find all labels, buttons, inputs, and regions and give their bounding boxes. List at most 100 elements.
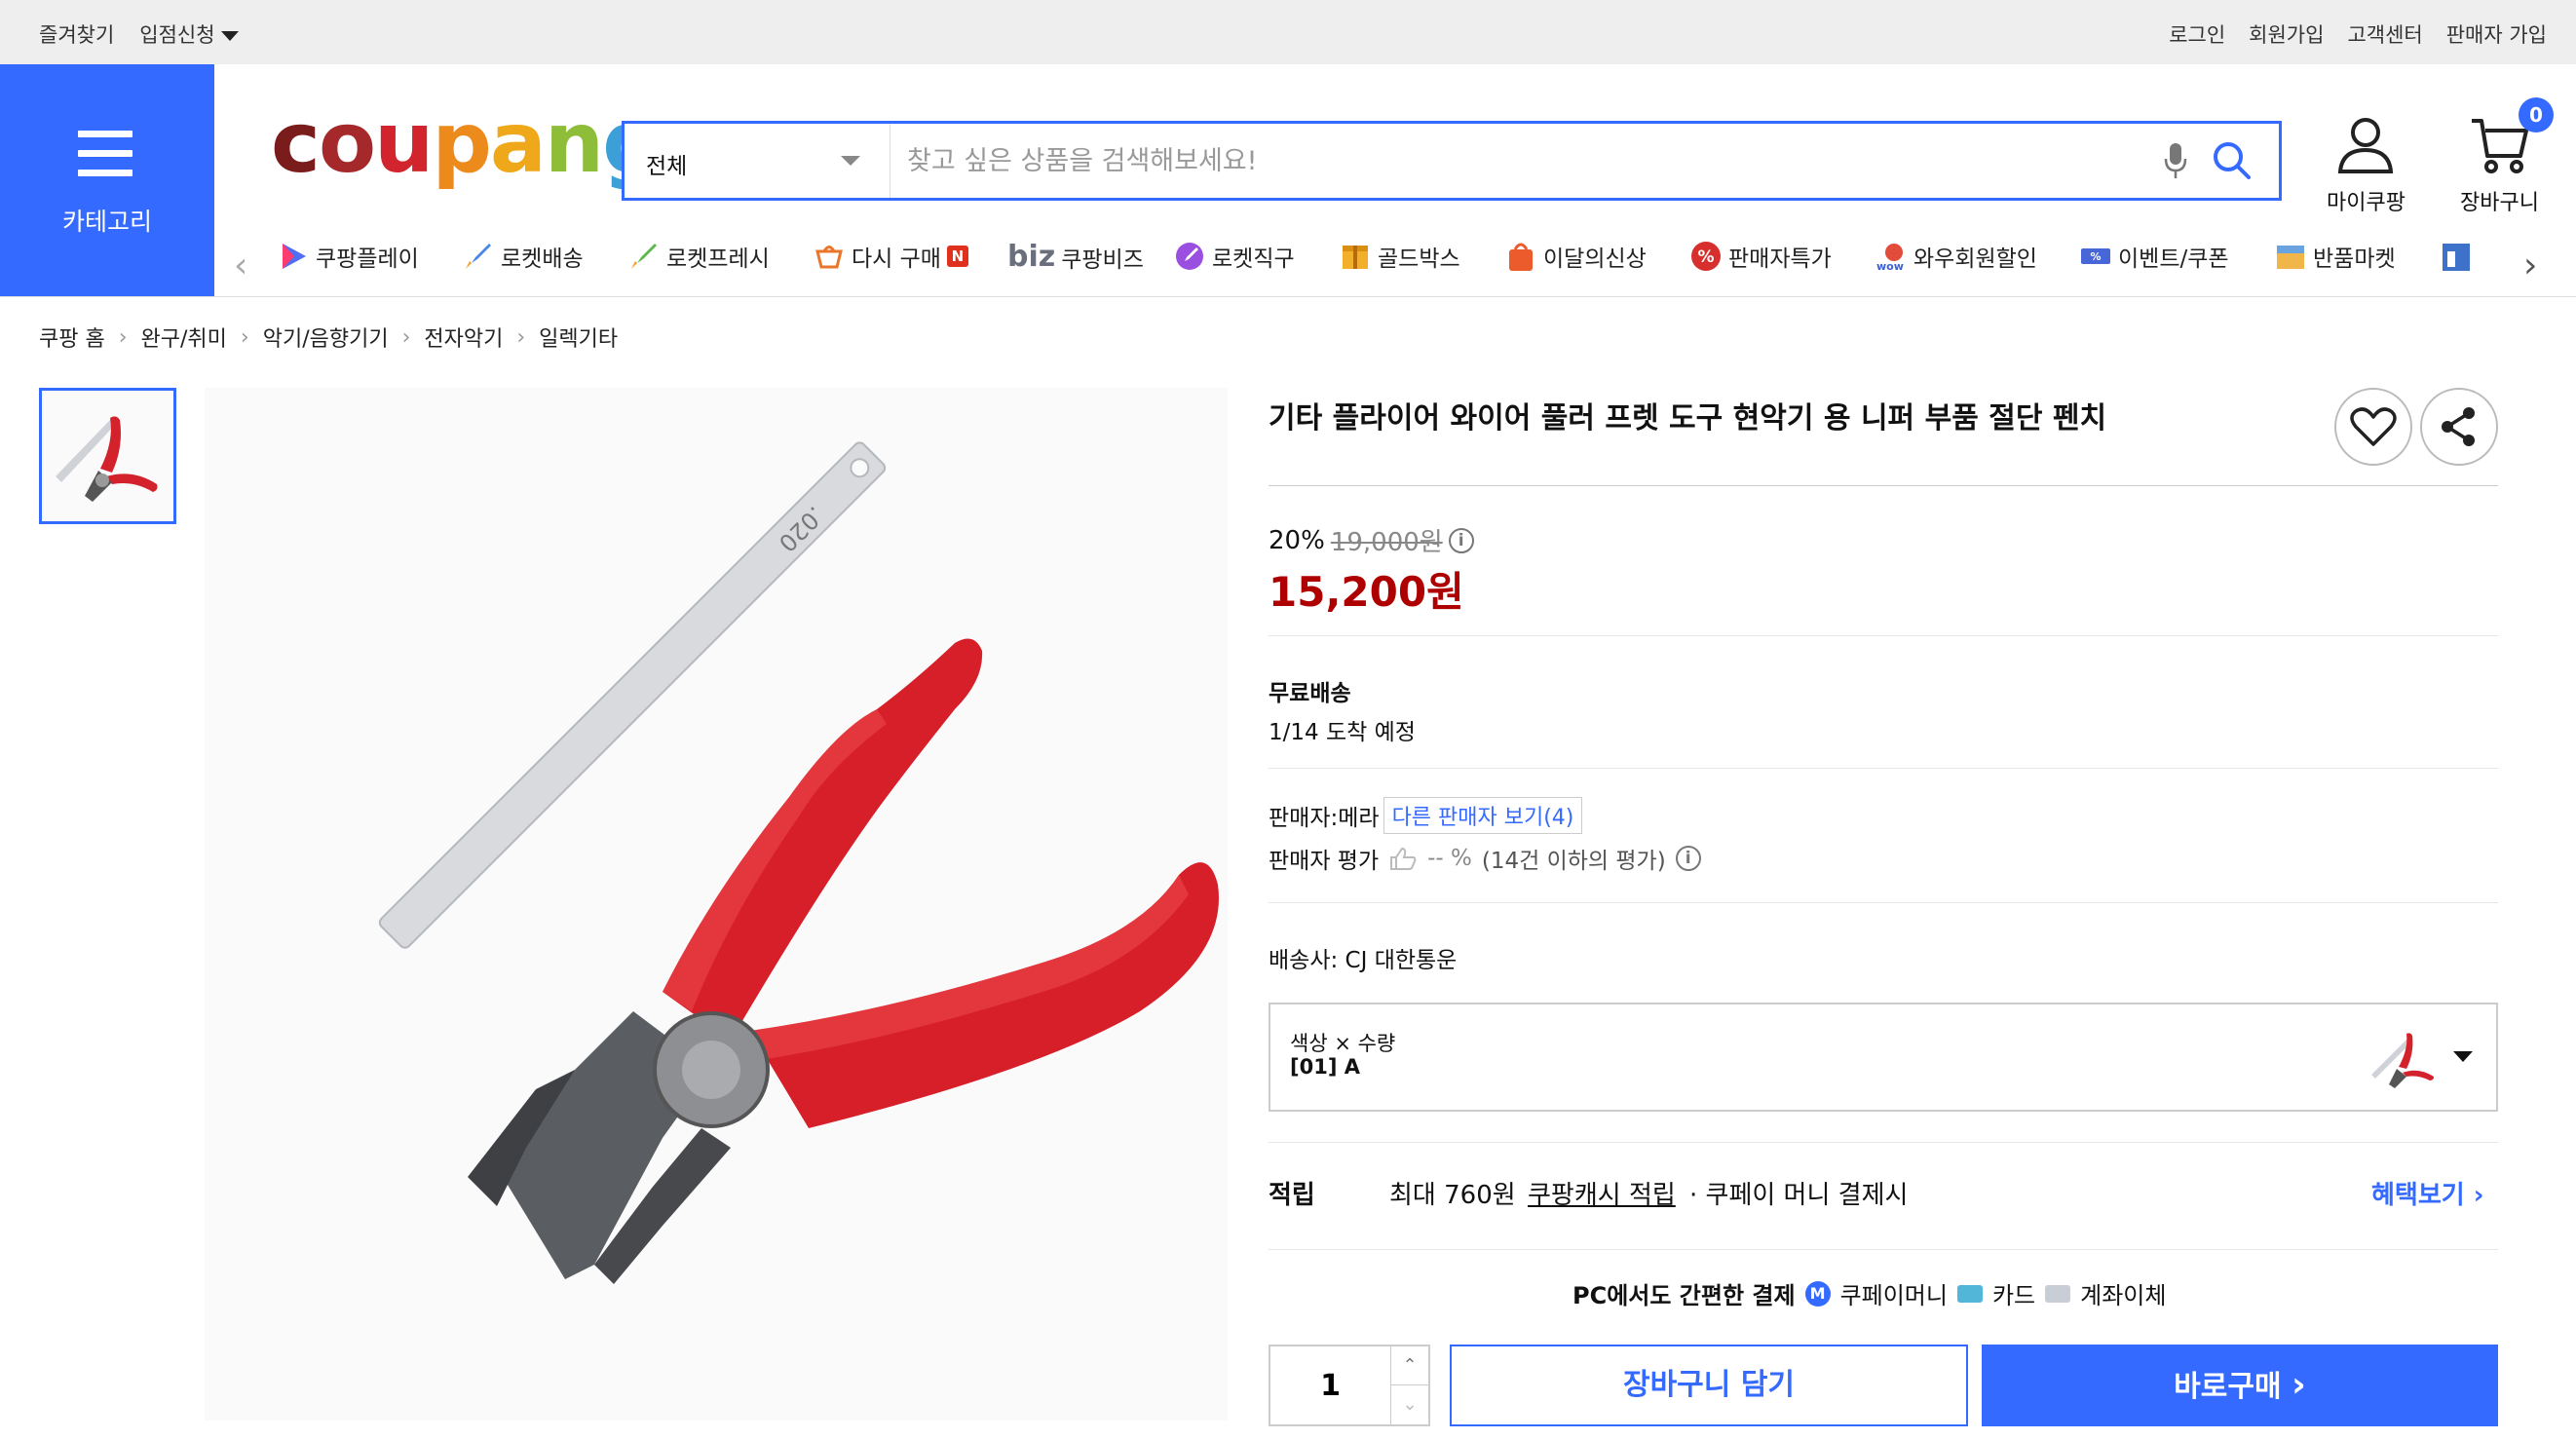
nav-next-arrow-icon[interactable]: › <box>2523 246 2537 285</box>
add-to-cart-button[interactable]: 장바구니 담기 <box>1450 1345 1968 1426</box>
coupay-money-icon: M <box>1804 1280 1831 1307</box>
seller-divider <box>1269 902 2498 903</box>
seller-name: 판매자:메라 <box>1269 806 1380 831</box>
seller-row: 판매자:메라 다른 판매자 보기(4) <box>1269 797 1583 834</box>
view-benefits-link[interactable]: 혜택보기 › <box>2371 1175 2483 1211</box>
category-button[interactable]: 카테고리 <box>0 64 214 296</box>
nav-item-return-market[interactable]: 반품마켓 <box>2274 240 2396 273</box>
points-label: 적립 <box>1269 1181 1315 1210</box>
rocket-icon <box>466 244 491 269</box>
share-button[interactable] <box>2420 388 2498 466</box>
cart-count-badge: 0 <box>2519 97 2554 133</box>
nav-item-rocket-fresh[interactable]: 로켓프레시 <box>627 240 770 273</box>
title-divider <box>1269 485 2498 486</box>
pay-card-label: 카드 <box>1991 1282 2036 1309</box>
svg-text:wow: wow <box>1876 260 1904 273</box>
discount-rate: 20% <box>1269 525 1325 555</box>
wow-icon: wow <box>1876 244 1904 273</box>
header-divider <box>0 296 2576 297</box>
nav-item-wow-discount[interactable]: wow 와우회원할인 <box>1875 240 2037 273</box>
signup-link[interactable]: 회원가입 <box>2249 19 2324 49</box>
sale-market-icon <box>2277 246 2304 269</box>
search-input[interactable] <box>907 143 2174 178</box>
card-icon <box>1956 1284 1983 1303</box>
seller-rating-note: (14건 이하의 평가) <box>1481 849 1666 874</box>
nav-item-more[interactable] <box>2440 240 2473 273</box>
service-nav: 쿠팡플레이 로켓배송 로켓프레시 다시 구매 N biz 쿠팡비즈 로켓직구 골… <box>226 240 2564 288</box>
points-max: 최대 760원 <box>1389 1181 1516 1210</box>
arrival-date: 1/14 도착 예정 <box>1269 720 1416 745</box>
user-icon <box>2338 118 2394 173</box>
nav-item-rocket-global[interactable]: 로켓직구 <box>1173 240 1295 273</box>
chevron-down-icon <box>841 156 860 166</box>
nav-item-new-arrivals[interactable]: 이달의신상 <box>1504 240 1647 273</box>
original-price: 19,000원 <box>1330 528 1443 557</box>
nav-item-events-coupons[interactable]: % 이벤트/쿠폰 <box>2079 240 2229 273</box>
share-icon <box>2442 407 2475 446</box>
percent-icon: % <box>1691 242 1721 271</box>
thumbs-up-icon <box>1390 847 1417 870</box>
buy-now-button[interactable]: 바로구매 › <box>1982 1345 2498 1426</box>
breadcrumb-item[interactable]: 전자악기 <box>424 322 503 353</box>
top-utility-bar: 즐겨찾기 입점신청 로그인 회원가입 고객센터 판매자 가입 <box>0 0 2576 64</box>
nav-item-rebuy[interactable]: 다시 구매 N <box>813 240 968 273</box>
search-icon[interactable] <box>2211 139 2254 182</box>
info-icon[interactable]: i <box>1675 846 1701 871</box>
nav-item-goldbox[interactable]: 골드박스 <box>1339 240 1460 273</box>
microphone-icon[interactable] <box>2162 141 2189 180</box>
nav-item-seller-deals[interactable]: % 판매자특가 <box>1689 240 1832 273</box>
login-link[interactable]: 로그인 <box>2169 19 2225 49</box>
payment-methods: PC에서도 간편한 결제 M 쿠페이머니 카드 계좌이체 <box>1572 1276 2166 1310</box>
search-category-select[interactable]: 전체 <box>625 124 890 198</box>
carrier-info: 배송사: CJ 대한통운 <box>1269 948 1458 973</box>
new-badge-icon: N <box>946 246 968 267</box>
breadcrumb-item[interactable]: 완구/취미 <box>141 322 227 353</box>
my-coupang-button[interactable]: 마이쿠팡 <box>2327 113 2406 216</box>
my-coupang-label: 마이쿠팡 <box>2327 191 2406 215</box>
fresh-rocket-icon <box>631 244 657 269</box>
view-benefits-label: 혜택보기 <box>2371 1181 2465 1210</box>
heart-icon <box>2350 407 2397 446</box>
biz-icon: biz <box>1007 240 1056 274</box>
chevron-right-icon: › <box>240 324 249 350</box>
nav-item-coupang-biz[interactable]: biz 쿠팡비즈 <box>1007 240 1144 274</box>
quantity-up-icon[interactable]: ⌃ <box>1391 1346 1428 1385</box>
coupang-logo[interactable]: coupang <box>271 101 663 185</box>
svg-text:%: % <box>1697 247 1714 267</box>
nav-item-coupang-play[interactable]: 쿠팡플레이 <box>277 240 419 273</box>
quantity-down-icon[interactable]: ⌄ <box>1391 1385 1428 1424</box>
other-sellers-button[interactable]: 다른 판매자 보기(4) <box>1383 797 1583 834</box>
chevron-right-icon: › <box>118 324 128 350</box>
option-thumbnail-image <box>2371 1033 2434 1088</box>
product-title: 기타 플라이어 와이어 풀러 프렛 도구 현악기 용 니퍼 부품 절단 펜치 <box>1269 401 2107 436</box>
vendor-apply-menu[interactable]: 입점신청 <box>139 19 239 49</box>
breadcrumb-item[interactable]: 쿠팡 홈 <box>39 322 105 353</box>
option-select[interactable]: 색상 × 수량 [01] A <box>1269 1003 2498 1112</box>
cart-label: 장바구니 <box>2460 191 2539 215</box>
coupang-cash-link[interactable]: 쿠팡캐시 적립 <box>1528 1175 1676 1211</box>
favorites-link[interactable]: 즐겨찾기 <box>39 19 114 49</box>
seller-rating-label: 판매자 평가 <box>1269 849 1380 874</box>
chevron-right-icon: › <box>401 324 411 350</box>
quantity-input[interactable] <box>1270 1346 1391 1424</box>
customer-center-link[interactable]: 고객센터 <box>2347 19 2422 49</box>
caret-down-icon <box>220 31 239 41</box>
wishlist-button[interactable] <box>2334 388 2412 466</box>
chevron-right-icon: › <box>516 324 526 350</box>
play-icon <box>283 244 306 269</box>
info-icon[interactable]: i <box>1448 527 1474 553</box>
nav-item-rocket-delivery[interactable]: 로켓배송 <box>462 240 584 273</box>
free-shipping-label: 무료배송 <box>1269 681 1351 706</box>
product-thumbnail[interactable] <box>39 388 176 524</box>
pay-account-label: 계좌이체 <box>2080 1282 2167 1309</box>
chevron-right-icon: › <box>2292 1365 2306 1405</box>
seller-rating-value: -- % <box>1427 846 1472 871</box>
global-rocket-icon <box>1176 243 1203 270</box>
pay-money-label: 쿠페이머니 <box>1839 1282 1948 1309</box>
sale-price: 15,200원 <box>1269 568 1464 616</box>
seller-signup-link[interactable]: 판매자 가입 <box>2446 19 2547 49</box>
breadcrumb-item[interactable]: 악기/음향기기 <box>263 322 389 353</box>
search-bar: 전체 <box>622 121 2282 201</box>
product-main-image[interactable]: .020 <box>205 388 1228 1421</box>
breadcrumb-item[interactable]: 일렉기타 <box>539 322 618 353</box>
